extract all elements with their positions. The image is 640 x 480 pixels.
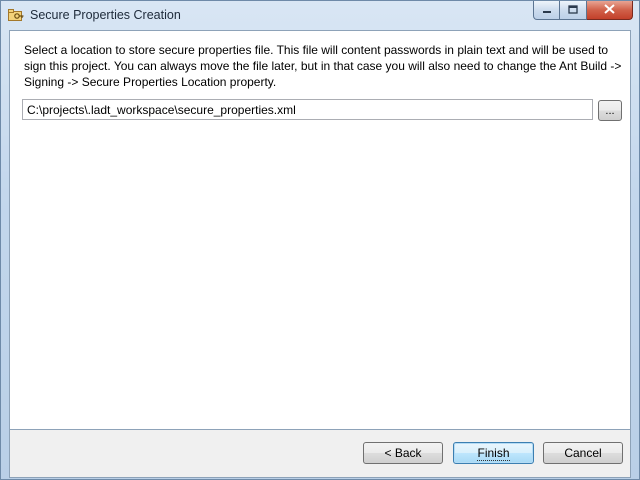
back-button-label: < Back bbox=[384, 446, 422, 460]
title-bar[interactable]: Secure Properties Creation bbox=[1, 1, 639, 30]
maximize-button[interactable] bbox=[560, 1, 587, 20]
button-bar: < Back Finish Cancel bbox=[9, 430, 631, 478]
content-panel: Select a location to store secure proper… bbox=[9, 30, 631, 430]
window-title: Secure Properties Creation bbox=[30, 8, 181, 22]
finish-button-label: Finish bbox=[477, 446, 510, 461]
file-path-input[interactable] bbox=[22, 99, 593, 120]
key-folder-icon bbox=[8, 8, 24, 22]
minimize-icon bbox=[542, 3, 552, 17]
back-button[interactable]: < Back bbox=[363, 442, 443, 464]
close-button[interactable] bbox=[587, 1, 633, 20]
minimize-button[interactable] bbox=[533, 1, 560, 20]
dialog-window: Secure Properties Creation Select a loca… bbox=[0, 0, 640, 480]
browse-button[interactable]: ... bbox=[598, 100, 622, 121]
caption-buttons bbox=[533, 1, 633, 21]
description-text: Select a location to store secure proper… bbox=[24, 43, 622, 89]
finish-button[interactable]: Finish bbox=[453, 442, 534, 464]
cancel-button[interactable]: Cancel bbox=[543, 442, 623, 464]
close-icon bbox=[604, 3, 615, 17]
maximize-icon bbox=[568, 3, 578, 17]
cancel-button-label: Cancel bbox=[564, 446, 602, 460]
